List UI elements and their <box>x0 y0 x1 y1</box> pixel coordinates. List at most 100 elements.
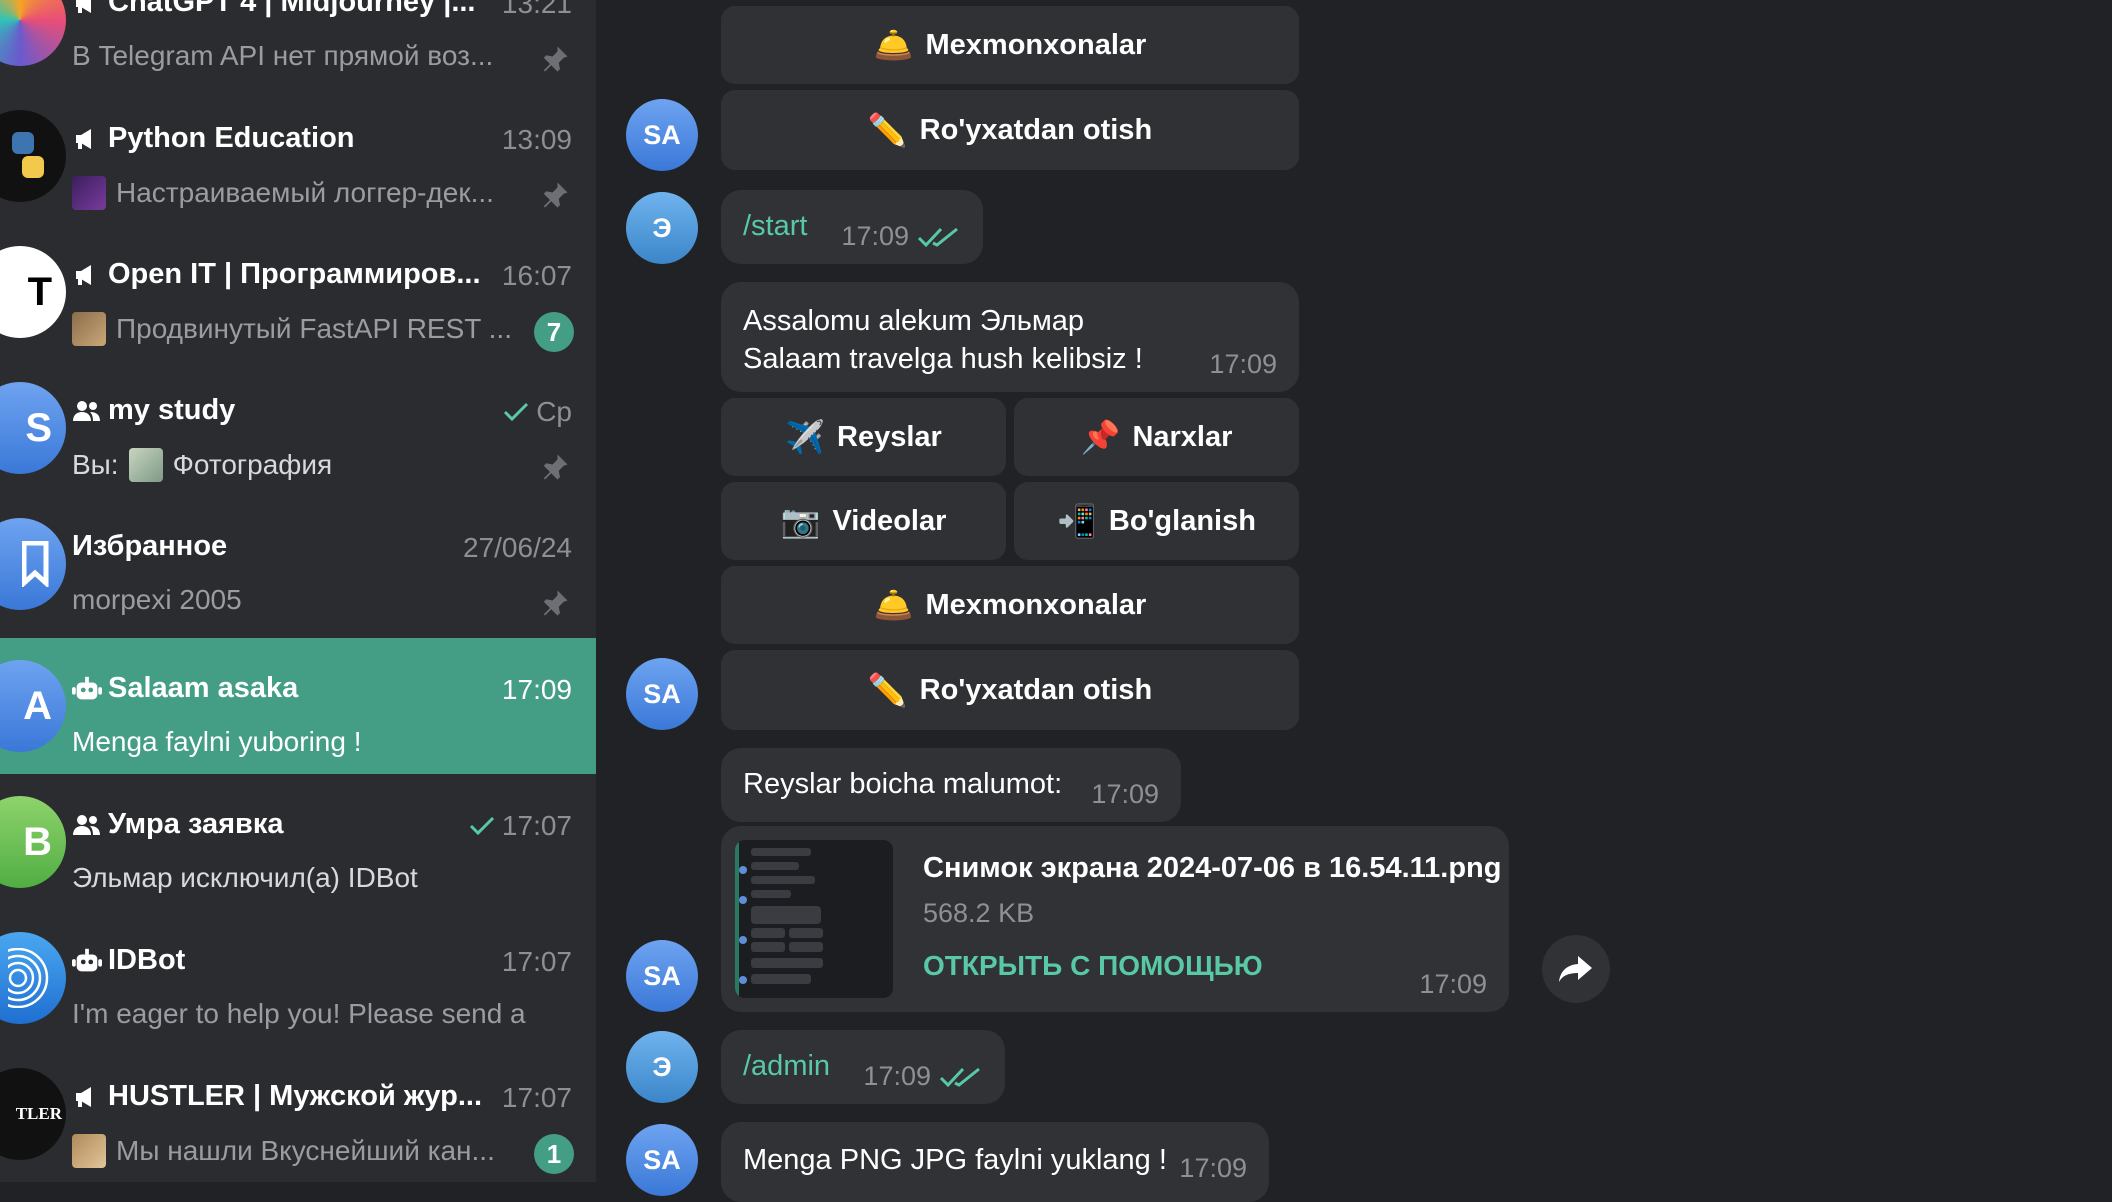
chat-avatar: A <box>0 660 66 752</box>
share-arrow-icon <box>1559 956 1592 982</box>
airplane-icon: ✈️ <box>785 419 826 455</box>
message-time: 17:09 <box>841 221 961 252</box>
open-with-button[interactable]: ОТКРЫТЬ С ПОМОЩЬЮ <box>923 950 1263 982</box>
message-text: Reyslar boicha malumot: <box>743 768 1063 800</box>
chat-item-idbot[interactable]: IDBot 17:07 I'm eager to help you! Pleas… <box>0 910 596 1046</box>
unread-badge: 1 <box>534 1134 574 1174</box>
preview-thumbnail <box>128 448 163 482</box>
chat-title: IDBot <box>72 944 492 977</box>
chat-preview: Настраиваемый логгер-дек... <box>72 176 532 210</box>
chat-time: 17:07 <box>468 810 572 842</box>
chat-time: 17:07 <box>501 946 572 977</box>
channel-icon <box>72 124 102 154</box>
message-upload-prompt: Menga PNG JPG faylni yuklang ! 17:09 <box>721 1122 1269 1202</box>
chat-preview: I'm eager to help you! Please send a ... <box>72 998 532 1029</box>
phone-icon: 📲 <box>1057 503 1097 539</box>
file-size: 568.2 KB <box>923 898 1035 928</box>
file-thumbnail[interactable] <box>735 840 893 998</box>
chat-title: Умра заявка <box>72 808 492 841</box>
royxatdan-otish-button-top[interactable]: ✏️ Ro'yxatdan otish <box>721 90 1299 170</box>
command-link[interactable]: /admin <box>743 1050 830 1083</box>
chat-avatar: S <box>0 382 66 474</box>
reyslar-button[interactable]: ✈️ Reyslar <box>721 398 1006 476</box>
chat-avatar <box>0 110 66 202</box>
chat-preview: Эльмар исключил(а) IDBot <box>72 862 418 893</box>
group-icon <box>72 810 102 840</box>
chat-item-salaam-asaka[interactable]: A Salaam asaka 17:09 Menga faylni yubori… <box>0 638 596 774</box>
chat-time: 16:07 <box>501 260 572 291</box>
chat-preview: В Telegram API нет прямой воз... <box>72 40 494 71</box>
chat-avatar: В <box>0 796 66 888</box>
user-avatar[interactable]: Э <box>626 1031 698 1103</box>
command-link[interactable]: /start <box>743 210 807 243</box>
chat-time: 13:09 <box>501 124 572 155</box>
chat-title: ChatGPT 4 | Midjourney |... <box>72 0 492 19</box>
chat-preview: Вы: Фотография <box>72 448 333 482</box>
chat-item-my-study[interactable]: S my study Ср Вы: Фотография <box>0 360 596 496</box>
bell-icon: 🛎️ <box>873 587 914 623</box>
preview-thumbnail <box>72 1134 106 1168</box>
message-time: 17:09 <box>1179 1153 1247 1183</box>
chat-preview: Menga faylni yuboring ! <box>72 726 362 757</box>
preview-thumbnail <box>72 176 106 210</box>
message-time: 17:09 <box>1091 779 1159 809</box>
pin-icon <box>543 182 568 208</box>
chat-preview: Мы нашли Вкуснейший кан... <box>72 1134 532 1168</box>
chat-title: Open IT | Программиров... <box>72 258 492 291</box>
bot-icon <box>72 946 102 976</box>
videolar-button[interactable]: 📷 Videolar <box>721 482 1006 560</box>
group-icon <box>72 396 102 426</box>
bookmark-avatar <box>0 518 66 610</box>
pin-icon <box>543 590 568 616</box>
chat-time: Ср <box>502 396 572 428</box>
chat-title: HUSTLER | Мужской жур... <box>72 1080 492 1113</box>
preview-thumbnail <box>72 312 106 346</box>
chat-title: Salaam asaka <box>72 672 492 705</box>
fingerprint-avatar <box>0 932 66 1024</box>
pin-icon <box>543 46 568 72</box>
chat-time: 17:09 <box>501 674 572 705</box>
royxatdan-otish-button[interactable]: ✏️ Ro'yxatdan otish <box>721 650 1299 730</box>
message-welcome: Assalomu alekum Эльмар Salaam travelga h… <box>721 282 1299 392</box>
sent-check-icon <box>504 402 529 422</box>
chat-time: 13:21 <box>501 0 572 19</box>
chat-item-open-it[interactable]: T Open IT | Программиров... 16:07 Продви… <box>0 224 596 360</box>
chat-time: 27/06/24 <box>463 532 572 563</box>
chat-preview: Продвинутый FastAPI REST ... <box>72 312 532 346</box>
chat-item-saved-messages[interactable]: Избранное 27/06/24 morpexi 2005 <box>0 496 596 632</box>
chat-item-hustler[interactable]: TLER HUSTLER | Мужской жур... 17:07 Мы н… <box>0 1046 596 1182</box>
message-reyslar-info: Reyslar boicha malumot: 17:09 <box>721 748 1181 822</box>
pushpin-icon: 📌 <box>1080 419 1121 455</box>
camera-icon: 📷 <box>780 503 821 539</box>
message-time: 17:09 <box>1419 969 1487 999</box>
bot-avatar[interactable]: SA <box>626 658 698 730</box>
mexmonxonalar-button-top[interactable]: 🛎️ Mexmonxonalar <box>721 6 1299 84</box>
bot-avatar[interactable]: SA <box>626 99 698 171</box>
chat-title: Избранное <box>72 530 228 562</box>
pin-icon <box>543 454 568 480</box>
file-name: Снимок экрана 2024-07-06 в 16.54.11.png <box>923 852 1502 884</box>
message-start: /start 17:09 <box>721 190 983 264</box>
user-avatar[interactable]: Э <box>626 192 698 264</box>
pencil-icon: ✏️ <box>867 672 908 708</box>
pencil-icon: ✏️ <box>867 112 908 148</box>
chat-title: my study <box>72 394 492 427</box>
mexmonxonalar-button[interactable]: 🛎️ Mexmonxonalar <box>721 566 1299 644</box>
chat-item-python-education[interactable]: Python Education 13:09 Настраиваемый лог… <box>0 88 596 224</box>
bot-avatar[interactable]: SA <box>626 940 698 1012</box>
bell-icon: 🛎️ <box>873 27 914 63</box>
bot-avatar[interactable]: SA <box>626 1124 698 1196</box>
narxlar-button[interactable]: 📌 Narxlar <box>1014 398 1299 476</box>
sent-check-icon <box>469 816 494 836</box>
chat-item-umra[interactable]: В Умра заявка 17:07 Эльмар исключил(а) I… <box>0 774 596 910</box>
read-checks-icon <box>939 1067 980 1087</box>
message-time: 17:09 <box>1209 349 1277 379</box>
chat-item-chatgpt[interactable]: ChatGPT 4 | Midjourney |... 13:21 В Tele… <box>0 0 596 88</box>
chat-preview: morpexi 2005 <box>72 584 242 615</box>
channel-icon <box>72 1082 102 1112</box>
chat-list-sidebar: ChatGPT 4 | Midjourney |... 13:21 В Tele… <box>0 0 596 1182</box>
message-admin: /admin 17:09 <box>721 1030 1005 1104</box>
chat-avatar <box>0 0 66 66</box>
boglanish-button[interactable]: 📲 Bo'glanish <box>1014 482 1299 560</box>
share-button[interactable] <box>1542 935 1610 1003</box>
